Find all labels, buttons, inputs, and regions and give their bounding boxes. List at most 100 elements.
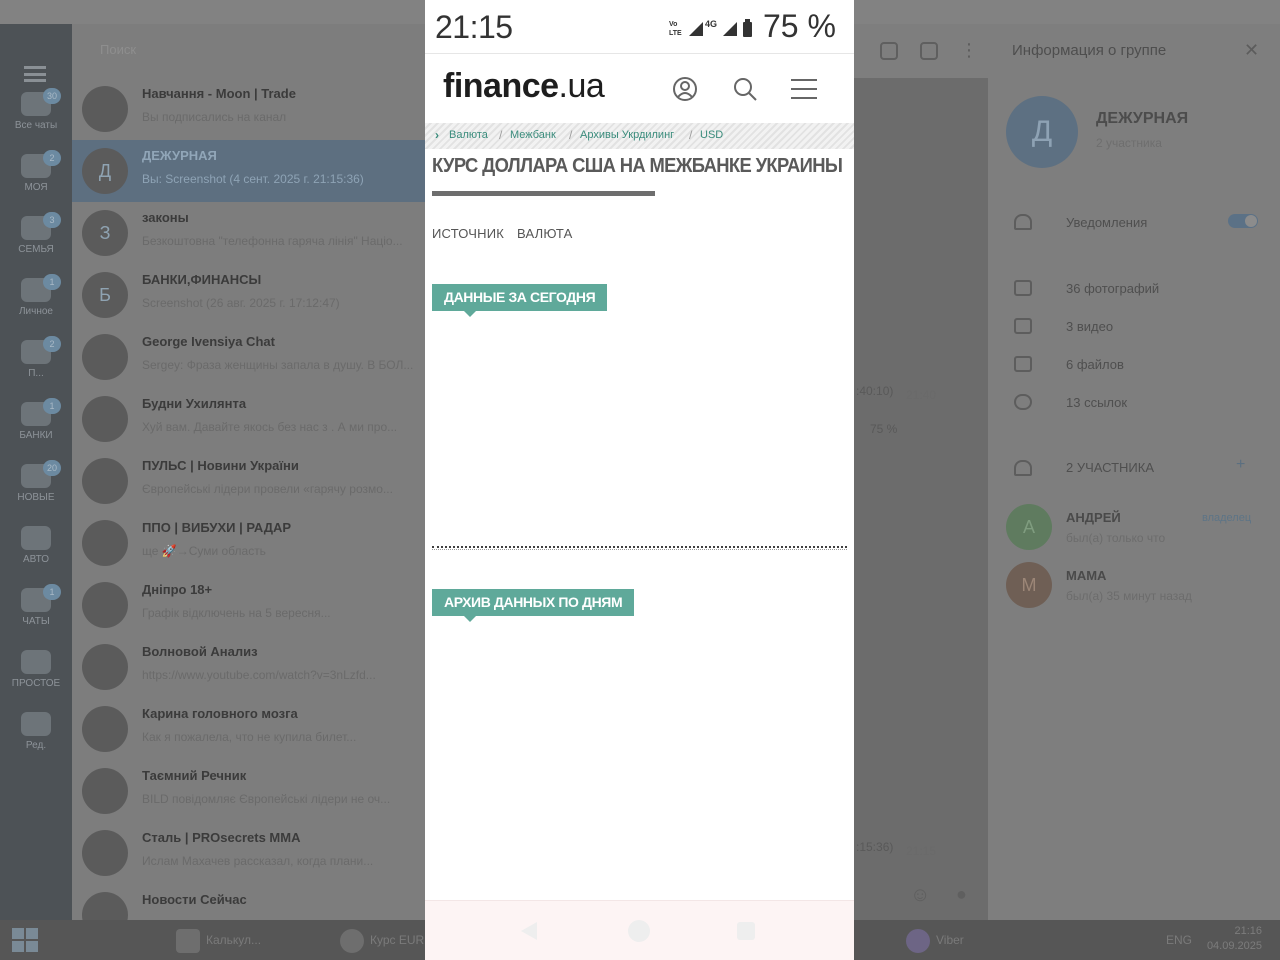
- chat-list-item[interactable]: George Ivensiya Chat Sergey: Фраза женщин…: [72, 326, 432, 388]
- windows-start-icon[interactable]: [12, 928, 38, 952]
- unread-badge: 2: [43, 150, 61, 166]
- chat-last-message: Безкоштовна "телефонна гаряча лінія" Нац…: [142, 234, 403, 248]
- tab-currency[interactable]: ВАЛЮТА: [517, 226, 573, 241]
- chat-list-item[interactable]: Карина головного мозга Как я пожалела, чт…: [72, 698, 432, 760]
- chat-list-item[interactable]: Волновой Анализ https://www.youtube.com/w…: [72, 636, 432, 698]
- chat-list-item[interactable]: ПУЛЬС | Новини України Європейські лідери…: [72, 450, 432, 512]
- folder-icon: 1: [21, 584, 61, 612]
- tab-source[interactable]: ИСТОЧНИК: [432, 226, 504, 241]
- taskbar-date: 04.09.2025: [1206, 940, 1262, 952]
- folder-tab[interactable]: АВТО: [0, 520, 72, 582]
- folder-icon: 3: [21, 212, 61, 240]
- browser-icon: [340, 928, 364, 953]
- files-link[interactable]: 6 файлов: [1066, 357, 1124, 372]
- chat-list-item[interactable]: Д ДЕЖУРНАЯ Вы: Screenshot (4 сент. 2025 г.…: [72, 140, 432, 202]
- links-link[interactable]: 13 ссылок: [1066, 395, 1127, 410]
- back-icon[interactable]: [521, 922, 537, 940]
- microphone-icon[interactable]: ●: [956, 884, 967, 905]
- chat-last-message: https://www.youtube.com/watch?v=3nLzfd..…: [142, 668, 376, 682]
- chat-avatar: [82, 644, 128, 690]
- videos-link[interactable]: 3 видео: [1066, 319, 1113, 334]
- folder-tab[interactable]: 3 СЕМЬЯ: [0, 210, 72, 272]
- taskbar-item-browser[interactable]: Курс EUR: [340, 926, 424, 954]
- chat-list-item[interactable]: Дніпро 18+ Графік відключень на 5 вересня…: [72, 574, 432, 636]
- chat-avatar: [82, 830, 128, 876]
- sidebar-toggle-icon[interactable]: [920, 42, 938, 60]
- chat-name: ПУЛЬС | Новини України: [142, 458, 299, 473]
- notifications-label: Уведомления: [1066, 215, 1148, 230]
- chat-avatar: [82, 706, 128, 752]
- folder-tab[interactable]: 20 НОВЫЕ: [0, 458, 72, 520]
- main-menu-icon[interactable]: [24, 66, 46, 82]
- folder-icon: [21, 526, 51, 550]
- folder-icon: 2: [21, 150, 61, 178]
- owner-badge: владелец: [1202, 512, 1252, 524]
- unread-badge: 2: [43, 336, 61, 352]
- folder-icon: 20: [21, 460, 61, 488]
- phone-screenshot: 21:15 Vo LTE 4G 75 % finance.ua › Валюта…: [425, 0, 854, 960]
- folder-tab[interactable]: 2 МОЯ: [0, 148, 72, 210]
- chat-avatar: [82, 582, 128, 628]
- more-options-icon[interactable]: ⋮: [960, 40, 978, 61]
- member-avatar[interactable]: М: [1006, 562, 1052, 608]
- chat-avatar: [82, 768, 128, 814]
- folder-tab[interactable]: 2 П...: [0, 334, 72, 396]
- folder-label: АВТО: [22, 554, 50, 565]
- taskbar-item-viber[interactable]: Viber: [906, 926, 964, 954]
- folder-label: СЕМЬЯ: [18, 244, 54, 255]
- chat-last-message: Вы подписались на канал: [142, 110, 287, 124]
- folder-tab[interactable]: 1 ЧАТЫ: [0, 582, 72, 644]
- chat-name: Волновой Анализ: [142, 644, 258, 659]
- breadcrumb-separator: /: [569, 128, 573, 142]
- chat-avatar: [82, 458, 128, 504]
- breadcrumb-item[interactable]: Архивы Укрдилинг: [580, 129, 674, 141]
- chat-list-item[interactable]: ППО | ВИБУХИ | РАДАР ще 🚀→Суми область: [72, 512, 432, 574]
- emoji-icon[interactable]: ☺: [910, 884, 930, 907]
- notifications-toggle[interactable]: [1228, 214, 1258, 228]
- chat-last-message: Как я пожалела, что не купила билет...: [142, 730, 357, 744]
- chat-list-item[interactable]: Будни Ухилянта Хуй вам. Давайте якось без…: [72, 388, 432, 450]
- recent-apps-icon[interactable]: [737, 922, 755, 940]
- folder-label: ЧАТЫ: [22, 616, 50, 627]
- folder-label: Ред.: [25, 740, 47, 751]
- search-icon[interactable]: [731, 75, 759, 103]
- language-indicator[interactable]: ENG: [1166, 926, 1192, 954]
- breadcrumb-item[interactable]: USD: [700, 129, 723, 141]
- folder-tab[interactable]: 30 Все чаты: [0, 86, 72, 148]
- site-logo[interactable]: finance.ua: [443, 67, 605, 106]
- member-name[interactable]: АНДРЕЙ: [1066, 510, 1121, 525]
- folder-tab[interactable]: 1 Личное: [0, 272, 72, 334]
- member-name[interactable]: МАМА: [1066, 568, 1106, 583]
- photo-icon: [1014, 280, 1032, 296]
- chat-list-item[interactable]: Ззаконы Безкоштовна "телефонна гаряча лін…: [72, 202, 432, 264]
- home-icon[interactable]: [628, 920, 650, 942]
- signal-icons: Vo LTE 4G: [669, 19, 752, 37]
- folder-tab[interactable]: ПРОСТОЕ: [0, 644, 72, 706]
- folder-tab[interactable]: 1 БАНКИ: [0, 396, 72, 458]
- folder-tab[interactable]: Ред.: [0, 706, 72, 768]
- user-account-icon[interactable]: [671, 75, 699, 103]
- breadcrumb-item[interactable]: Валюта: [449, 129, 488, 141]
- unread-badge: 30: [43, 88, 61, 104]
- breadcrumb-item[interactable]: Межбанк: [510, 129, 556, 141]
- group-avatar[interactable]: Д: [1006, 96, 1078, 168]
- photos-link[interactable]: 36 фотографий: [1066, 281, 1159, 296]
- chat-list-item[interactable]: Сталь | PROsecrets MMA Ислам Махачев расс…: [72, 822, 432, 884]
- folder-label: П...: [28, 368, 44, 379]
- chat-list-item[interactable]: Б БАНКИ,ФИНАНСЫ Screenshot (26 авг. 2025 г…: [72, 264, 432, 326]
- hamburger-menu-icon[interactable]: [789, 75, 819, 103]
- add-member-icon[interactable]: +: [1236, 456, 1245, 474]
- member-avatar[interactable]: А: [1006, 504, 1052, 550]
- taskbar-clock[interactable]: 21:16 04.09.2025: [1207, 924, 1262, 954]
- message-fragment: 75 %: [870, 422, 898, 436]
- chat-list-item[interactable]: Навчання - Moon | Trade Вы подписались на…: [72, 78, 432, 140]
- page-title: КУРС ДОЛЛАРА США НА МЕЖБАНКЕ УКРАИНЫ: [432, 155, 843, 177]
- chat-list-item[interactable]: Таємний Речник BILD повідомляє Європейськ…: [72, 760, 432, 822]
- taskbar-item-calculator[interactable]: Калькул...: [176, 926, 261, 954]
- folder-icon: 1: [21, 274, 61, 302]
- chat-bubbles-icon[interactable]: [880, 42, 898, 60]
- close-icon[interactable]: ✕: [1244, 40, 1259, 61]
- chat-search-input[interactable]: Поиск: [86, 38, 416, 64]
- group-name: ДЕЖУРНАЯ: [1096, 110, 1189, 127]
- group-members-count: 2 участника: [1096, 136, 1162, 150]
